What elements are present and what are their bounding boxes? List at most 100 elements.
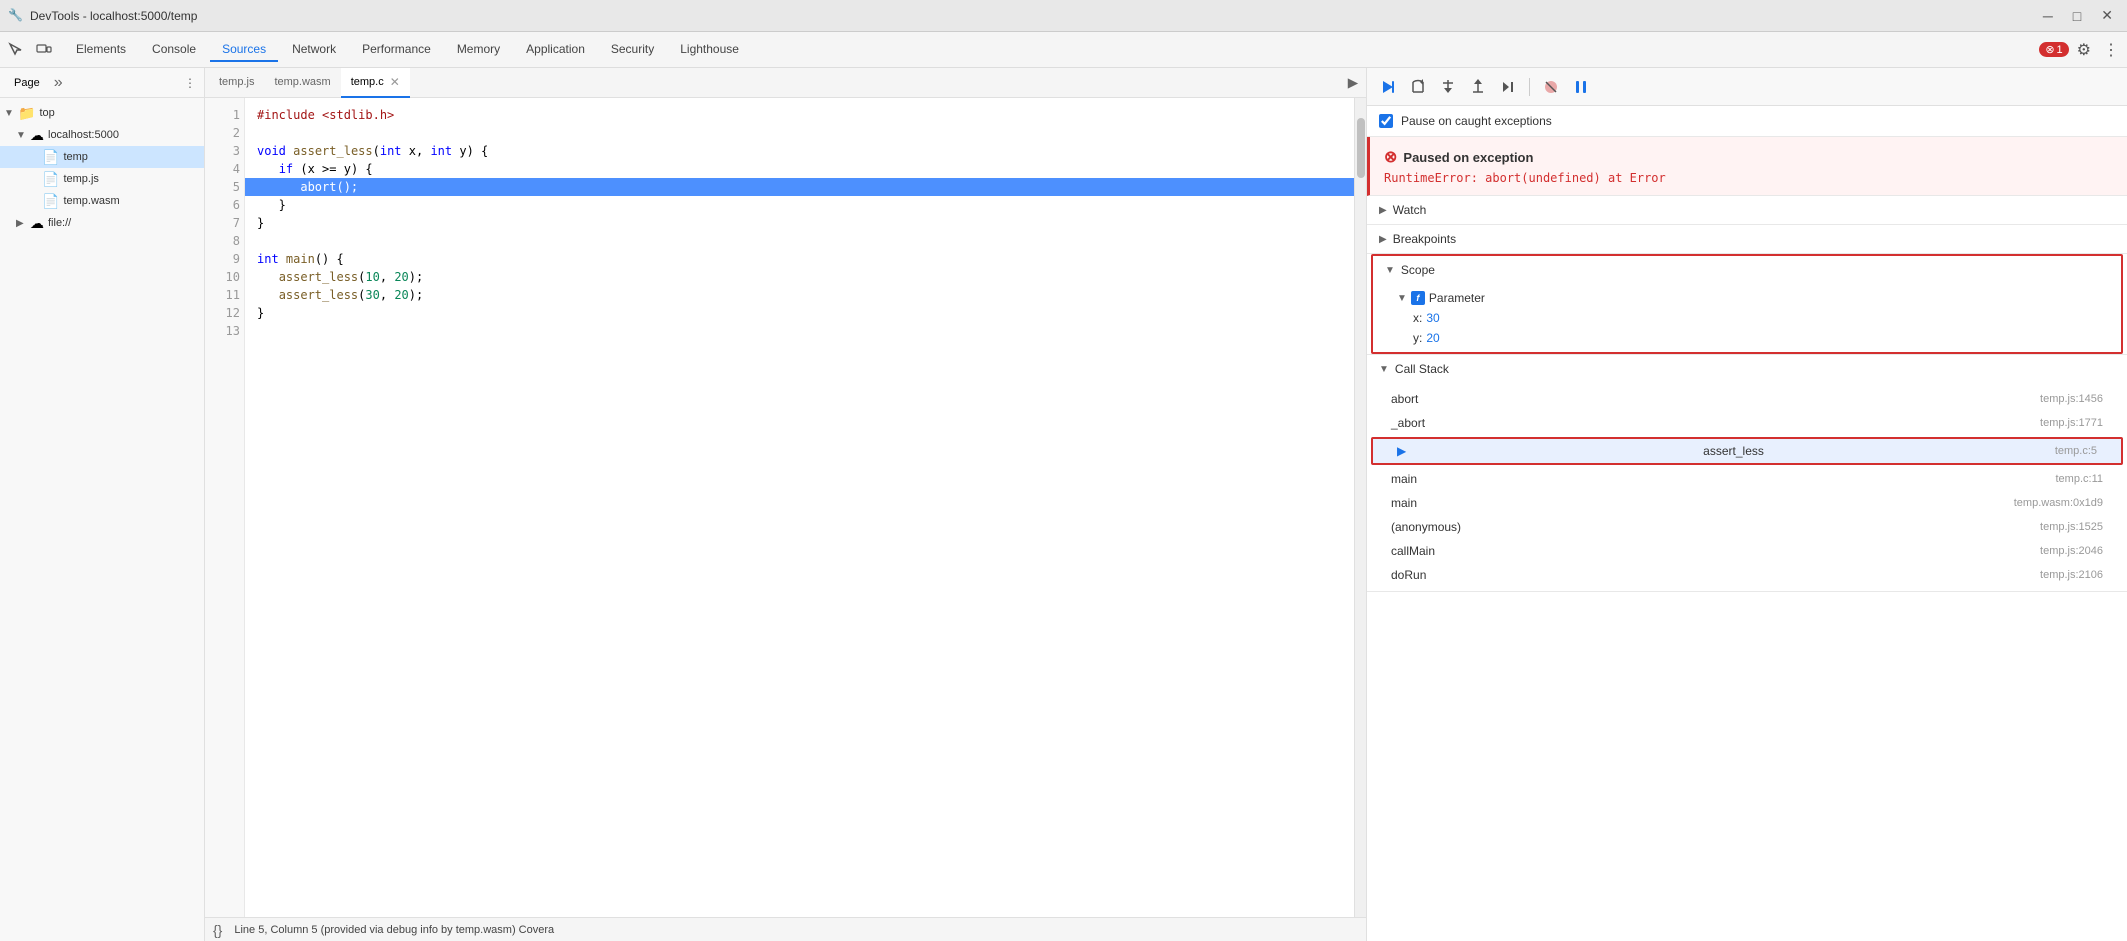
- watch-section-header[interactable]: ▶ Watch: [1367, 196, 2127, 224]
- code-line-9: int main() {: [245, 250, 1354, 268]
- stack-name-assert_less: assert_less: [1703, 444, 1764, 458]
- code-footer-text: Line 5, Column 5 (provided via debug inf…: [234, 924, 554, 936]
- step-into-icon: [1439, 78, 1457, 96]
- file-icon-temp: 📄: [42, 149, 59, 166]
- exception-banner: ⊗ Paused on exception RuntimeError: abor…: [1367, 137, 2127, 196]
- tab-lighthouse[interactable]: Lighthouse: [668, 38, 751, 62]
- code-line-8: [245, 232, 1354, 250]
- stack-arrow-assert_less: ▶: [1397, 444, 1406, 458]
- more-menu-button[interactable]: ⋮: [2099, 36, 2123, 64]
- stack-name-abort: abort: [1391, 392, 1418, 406]
- step-button[interactable]: [1495, 74, 1521, 100]
- brackets-icon: {}: [213, 922, 222, 938]
- code-line-7: }: [245, 214, 1354, 232]
- resume-button[interactable]: [1375, 74, 1401, 100]
- code-tab-close-temp-c[interactable]: ✕: [390, 75, 400, 89]
- tab-console[interactable]: Console: [140, 38, 208, 62]
- tree-item-temp-js[interactable]: ▶ 📄 temp.js: [0, 168, 204, 190]
- file-panel-menu-button[interactable]: ⋮: [184, 76, 196, 90]
- devtools-actions: [4, 38, 56, 62]
- tree-item-file[interactable]: ▶ ☁ file://: [0, 212, 204, 234]
- pause-exceptions-checkbox[interactable]: [1379, 114, 1393, 128]
- tab-security[interactable]: Security: [599, 38, 666, 62]
- stack-loc-abort: temp.js:1456: [2040, 393, 2103, 405]
- pause-button[interactable]: [1568, 74, 1594, 100]
- tree-label-temp-wasm: temp.wasm: [63, 195, 119, 207]
- devtools-main: Page » ⋮ ▼ 📁 top ▼ ☁ localhost:5000 ▶ 📄: [0, 68, 2127, 941]
- file-panel-tab-page[interactable]: Page: [8, 75, 46, 91]
- tree-item-temp-folder[interactable]: ▶ 📄 temp: [0, 146, 204, 168]
- debug-separator-1: [1529, 78, 1530, 96]
- close-button[interactable]: ✕: [2095, 5, 2119, 26]
- tab-application[interactable]: Application: [514, 38, 597, 62]
- device-toolbar-button[interactable]: [32, 38, 56, 62]
- scope-parameter-header[interactable]: ▼ f Parameter: [1373, 288, 2121, 308]
- step-into-button[interactable]: [1435, 74, 1461, 100]
- code-tab-show-more-button[interactable]: ▶: [1344, 71, 1362, 95]
- code-tab-label-temp-wasm: temp.wasm: [274, 76, 330, 88]
- code-tab-label-temp-js: temp.js: [219, 76, 254, 88]
- tab-memory[interactable]: Memory: [445, 38, 512, 62]
- code-tabs: temp.js temp.wasm temp.c ✕ ▶: [205, 68, 1366, 98]
- resume-icon: [1379, 78, 1397, 96]
- step-out-button[interactable]: [1465, 74, 1491, 100]
- scope-y-val: 20: [1426, 331, 1439, 345]
- scope-section-header[interactable]: ▼ Scope: [1373, 256, 2121, 284]
- deactivate-breakpoints-button[interactable]: [1538, 74, 1564, 100]
- minimize-button[interactable]: ─: [2037, 5, 2059, 26]
- code-line-2: [245, 124, 1354, 142]
- stack-item-callMain[interactable]: callMain temp.js:2046: [1367, 539, 2127, 563]
- stack-name-callMain: callMain: [1391, 544, 1435, 558]
- inspect-icon: [8, 42, 24, 58]
- stack-item-main-c[interactable]: main temp.c:11: [1367, 467, 2127, 491]
- tab-sources[interactable]: Sources: [210, 38, 278, 62]
- stack-item-abort[interactable]: abort temp.js:1456: [1367, 387, 2127, 411]
- tab-performance[interactable]: Performance: [350, 38, 443, 62]
- stack-item-_abort[interactable]: _abort temp.js:1771: [1367, 411, 2127, 435]
- tab-network[interactable]: Network: [280, 38, 348, 62]
- code-tab-temp-c[interactable]: temp.c ✕: [341, 68, 410, 98]
- breakpoints-section: ▶ Breakpoints: [1367, 225, 2127, 254]
- tree-item-localhost[interactable]: ▼ ☁ localhost:5000: [0, 124, 204, 146]
- stack-item-assert_less[interactable]: ▶ assert_less temp.c:5: [1373, 439, 2121, 463]
- code-line-1: #include <stdlib.h>: [245, 106, 1354, 124]
- file-panel-tabs: Page »: [8, 74, 67, 92]
- error-badge: ⊗1: [2039, 42, 2068, 57]
- pause-exceptions: Pause on caught exceptions: [1367, 106, 2127, 137]
- stack-name-main-c: main: [1391, 472, 1417, 486]
- code-scrollbar[interactable]: [1354, 98, 1366, 917]
- tree-label-localhost: localhost:5000: [48, 129, 119, 141]
- scope-x-key: x:: [1413, 311, 1422, 325]
- stack-item-anonymous[interactable]: (anonymous) temp.js:1525: [1367, 515, 2127, 539]
- tree-arrow-top: ▼: [4, 108, 16, 119]
- scope-content: ▼ f Parameter x: 30 y: 20: [1373, 284, 2121, 352]
- menu-tabs: Elements Console Sources Network Perform…: [64, 38, 751, 62]
- breakpoints-section-header[interactable]: ▶ Breakpoints: [1367, 225, 2127, 253]
- scope-x-item: x: 30: [1373, 308, 2121, 328]
- menubar: Elements Console Sources Network Perform…: [0, 32, 2127, 68]
- tree-label-temp: temp: [63, 151, 87, 163]
- stack-loc-main-c: temp.c:11: [2056, 473, 2104, 485]
- settings-button[interactable]: ⚙: [2073, 36, 2095, 64]
- tree-item-top[interactable]: ▼ 📁 top: [0, 102, 204, 124]
- stack-loc-_abort: temp.js:1771: [2040, 417, 2103, 429]
- call-stack-section-header[interactable]: ▼ Call Stack: [1367, 355, 2127, 383]
- step-over-button[interactable]: [1405, 74, 1431, 100]
- code-content[interactable]: #include <stdlib.h> void assert_less(int…: [245, 98, 1354, 917]
- inspect-element-button[interactable]: [4, 38, 28, 62]
- code-tab-label-temp-c: temp.c: [351, 76, 384, 88]
- debug-content[interactable]: Pause on caught exceptions ⊗ Paused on e…: [1367, 106, 2127, 941]
- stack-loc-main-wasm: temp.wasm:0x1d9: [2014, 497, 2103, 509]
- stack-item-doRun[interactable]: doRun temp.js:2106: [1367, 563, 2127, 587]
- file-tree: ▼ 📁 top ▼ ☁ localhost:5000 ▶ 📄 temp ▶ 📄 …: [0, 98, 204, 941]
- tab-elements[interactable]: Elements: [64, 38, 138, 62]
- stack-item-main-wasm[interactable]: main temp.wasm:0x1d9: [1367, 491, 2127, 515]
- code-tab-temp-wasm[interactable]: temp.wasm: [264, 68, 340, 98]
- file-panel-more-button[interactable]: »: [50, 74, 67, 92]
- scope-arrow: ▼: [1385, 265, 1395, 276]
- tree-item-temp-wasm[interactable]: ▶ 📄 temp.wasm: [0, 190, 204, 212]
- maximize-button[interactable]: □: [2067, 5, 2087, 26]
- titlebar: 🔧 DevTools - localhost:5000/temp ─ □ ✕: [0, 0, 2127, 32]
- debug-panel: Pause on caught exceptions ⊗ Paused on e…: [1367, 68, 2127, 941]
- code-tab-temp-js[interactable]: temp.js: [209, 68, 264, 98]
